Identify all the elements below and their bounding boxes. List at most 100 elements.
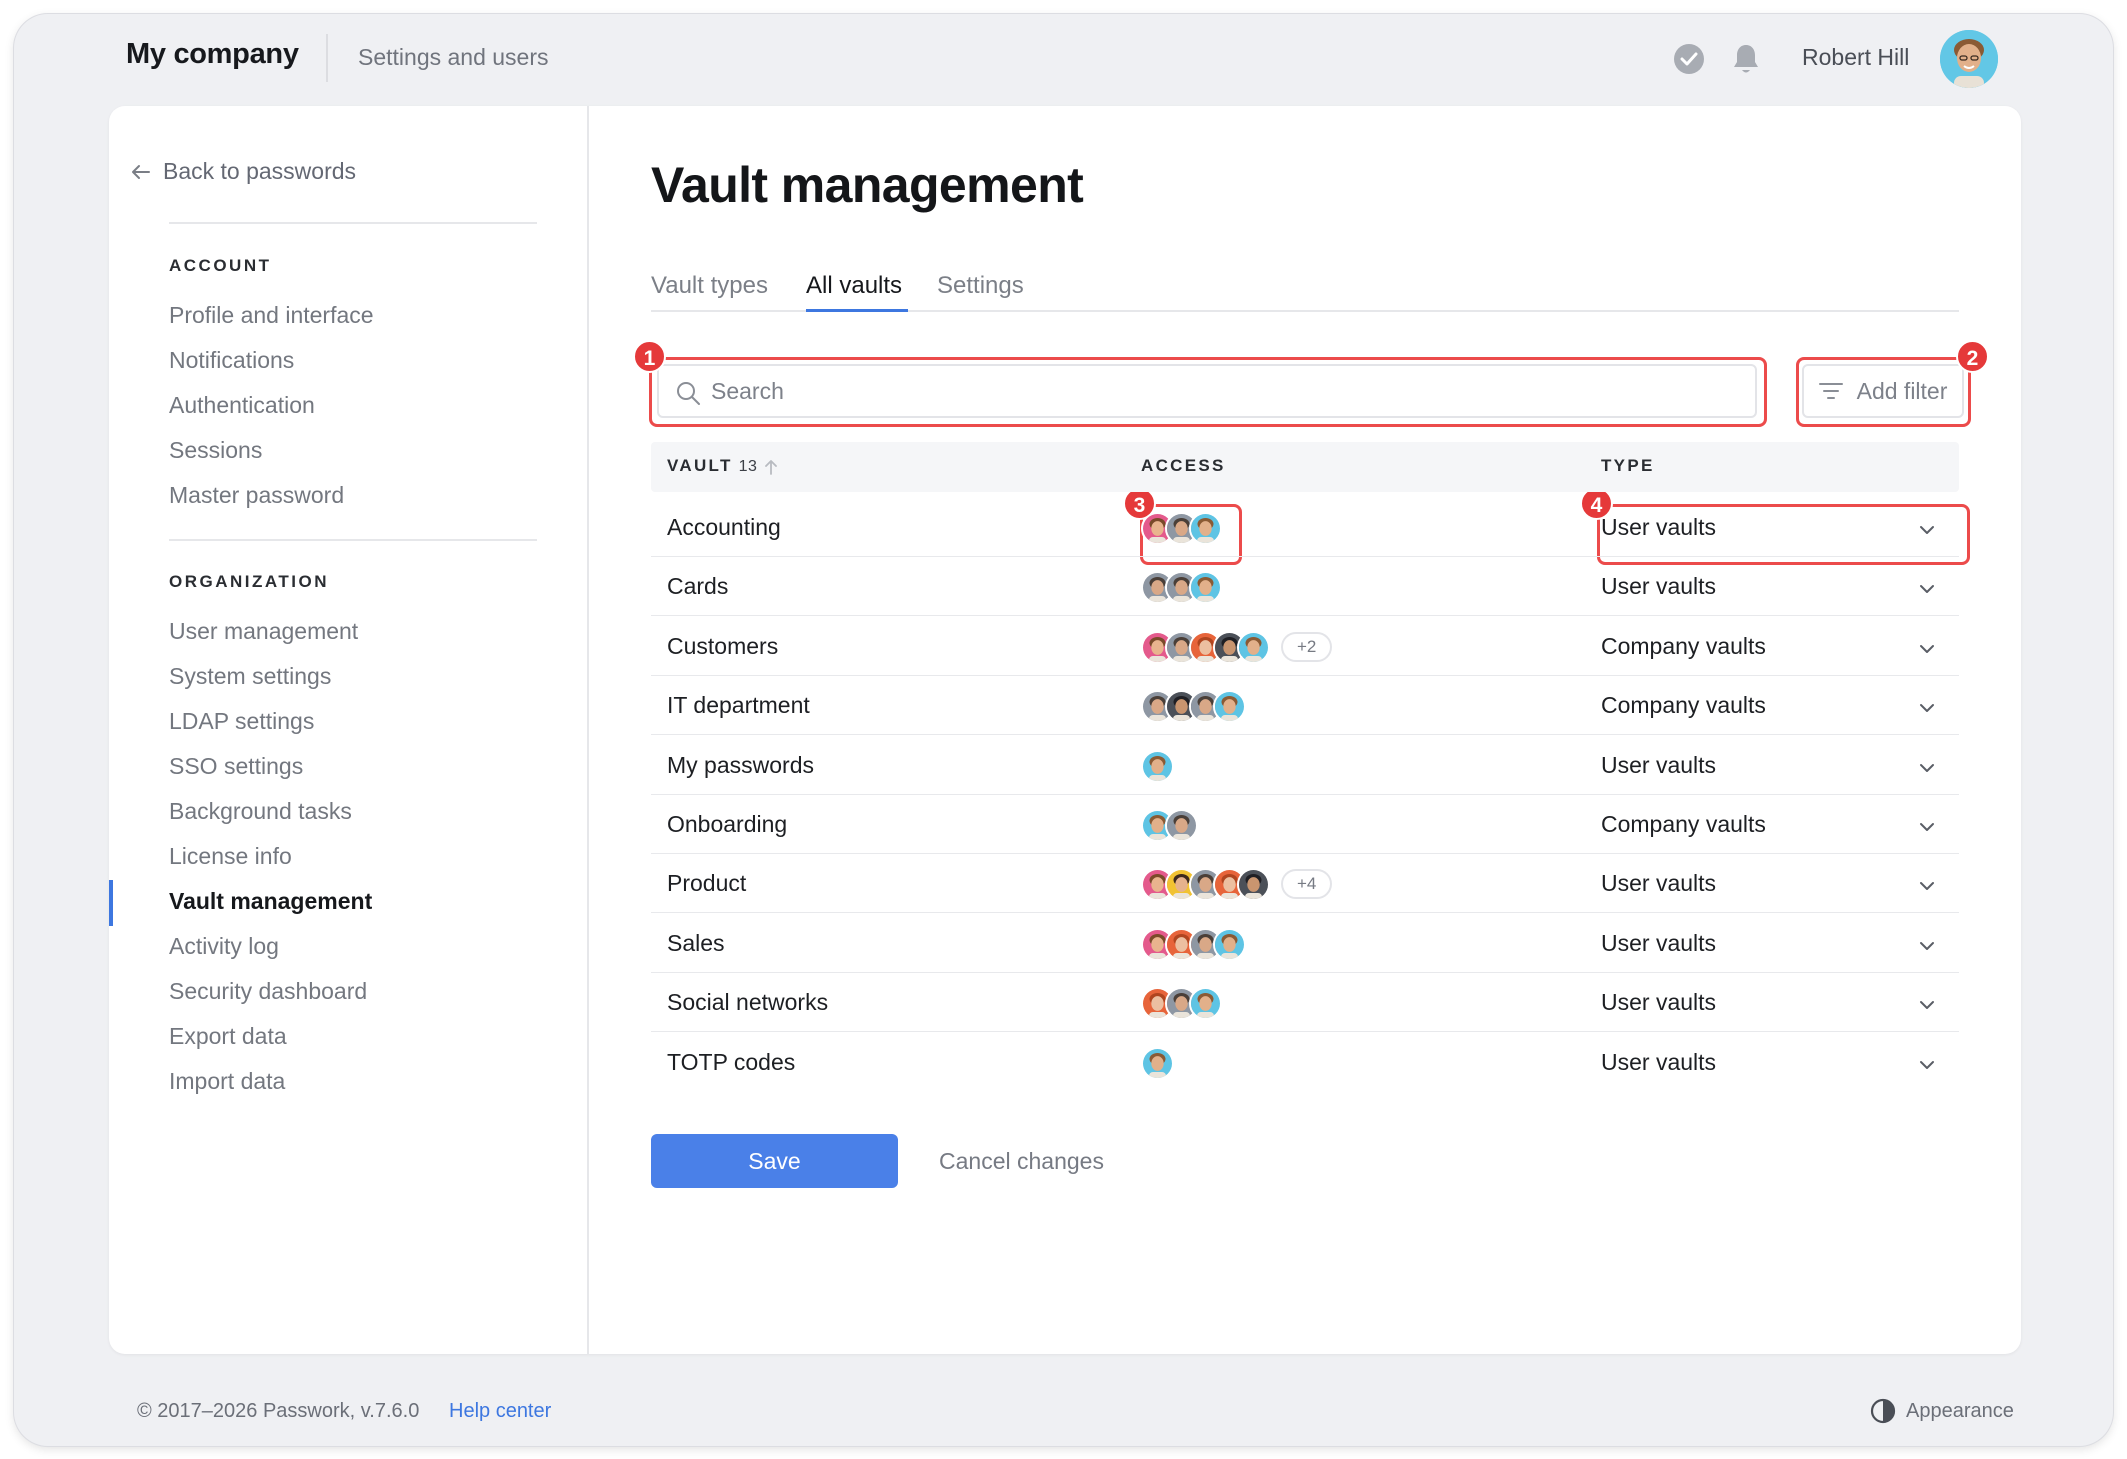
bell-icon[interactable] [1730, 42, 1762, 76]
sidebar-item-export-data[interactable]: Export data [169, 1023, 287, 1050]
section-title: Settings and users [358, 44, 549, 70]
help-center-link[interactable]: Help center [449, 1400, 551, 1423]
tab-vault-types[interactable]: Vault types [651, 272, 768, 300]
avatar [1189, 987, 1222, 1021]
callout-marker-1: 1 [633, 340, 666, 373]
vault-type-select[interactable]: User vaults [1601, 989, 1716, 1016]
vault-type-select[interactable]: Company vaults [1601, 811, 1766, 838]
sidebar-item-import-data[interactable]: Import data [169, 1068, 285, 1095]
sidebar-item-ldap-settings[interactable]: LDAP settings [169, 708, 314, 735]
sidebar-item-vault-management[interactable]: Vault management [169, 888, 372, 915]
account-section-title: ACCOUNT [169, 256, 272, 275]
avatar [1213, 690, 1246, 724]
sidebar-item-background-tasks[interactable]: Background tasks [169, 798, 352, 825]
sidebar-item-profile[interactable]: Profile and interface [169, 302, 374, 329]
back-to-passwords-link[interactable]: Back to passwords [131, 158, 356, 185]
avatar [1165, 809, 1198, 842]
tab-settings[interactable]: Settings [937, 272, 1024, 300]
sidebar-divider [169, 222, 537, 224]
column-vault[interactable]: VAULT 13 [667, 456, 778, 476]
appearance-label: Appearance [1906, 1399, 2014, 1422]
sidebar-item-sessions[interactable]: Sessions [169, 437, 262, 464]
company-name[interactable]: My company [126, 38, 299, 71]
vault-name[interactable]: My passwords [667, 752, 814, 779]
sidebar-item-sso-settings[interactable]: SSO settings [169, 753, 303, 780]
tab-all-vaults[interactable]: All vaults [806, 272, 902, 300]
table-row[interactable]: Sales User vaults [651, 914, 1959, 973]
vault-type-select[interactable]: User vaults [1601, 573, 1716, 600]
table-row[interactable]: IT department Company vaults [651, 676, 1959, 736]
vault-name[interactable]: Sales [667, 930, 725, 957]
avatar [1141, 749, 1174, 783]
vault-name[interactable]: IT department [667, 692, 810, 719]
chevron-down-icon[interactable] [1919, 700, 1935, 718]
table-row[interactable]: Social networks User vaults [651, 973, 1959, 1033]
sidebar-item-security-dashboard[interactable]: Security dashboard [169, 978, 367, 1005]
header-divider [326, 34, 328, 82]
check-icon[interactable] [1674, 44, 1704, 74]
vault-name[interactable]: Accounting [667, 514, 781, 541]
table-row[interactable]: Cards User vaults [651, 557, 1959, 617]
save-button[interactable]: Save [651, 1134, 898, 1188]
avatar [1237, 630, 1270, 664]
sort-up-icon [765, 459, 778, 475]
vault-type-select[interactable]: User vaults [1601, 930, 1716, 957]
more-users-badge[interactable]: +4 [1281, 869, 1333, 900]
cancel-changes-button[interactable]: Cancel changes [939, 1148, 1104, 1175]
chevron-down-icon[interactable] [1919, 581, 1935, 599]
vault-name[interactable]: Cards [667, 573, 728, 600]
avatar[interactable] [1940, 30, 1998, 88]
vault-type-select[interactable]: User vaults [1601, 752, 1716, 779]
main-content: Vault management Vault types All vaults … [589, 106, 2021, 1354]
top-bar: My company Settings and users Robert Hil… [14, 14, 2113, 106]
sidebar-item-license-info[interactable]: License info [169, 843, 292, 870]
vault-name[interactable]: Customers [667, 633, 778, 660]
table-header: VAULT 13 ACCESS TYPE [651, 442, 1959, 492]
sidebar-item-master-password[interactable]: Master password [169, 482, 344, 509]
settings-card: Back to passwords ACCOUNT Profile and in… [109, 106, 2021, 1354]
organization-section-title: ORGANIZATION [169, 572, 330, 591]
sidebar-item-authentication[interactable]: Authentication [169, 392, 315, 419]
table-row[interactable]: My passwords User vaults [651, 736, 1959, 795]
column-type: TYPE [1601, 456, 1655, 475]
chevron-down-icon[interactable] [1919, 1057, 1935, 1075]
table-row[interactable]: Accounting User vaults [651, 498, 1959, 557]
app-window: My company Settings and users Robert Hil… [14, 14, 2113, 1446]
appearance-toggle[interactable]: Appearance [1870, 1398, 2014, 1424]
vault-type-select[interactable]: User vaults [1601, 1049, 1716, 1076]
sidebar: Back to passwords ACCOUNT Profile and in… [109, 106, 589, 1354]
page-title: Vault management [651, 157, 1084, 213]
table-row[interactable]: Onboarding Company vaults [651, 795, 1959, 854]
highlight-search [649, 357, 1767, 427]
sidebar-item-activity-log[interactable]: Activity log [169, 933, 279, 960]
vault-type-select[interactable]: User vaults [1601, 870, 1716, 897]
chevron-down-icon[interactable] [1919, 878, 1935, 896]
sidebar-divider [169, 539, 537, 541]
chevron-down-icon[interactable] [1919, 641, 1935, 659]
table-row[interactable]: Customers +2 Company vaults [651, 617, 1959, 676]
vault-name[interactable]: TOTP codes [667, 1049, 795, 1076]
sidebar-item-user-management[interactable]: User management [169, 618, 358, 645]
chevron-down-icon[interactable] [1919, 760, 1935, 778]
vault-name[interactable]: Onboarding [667, 811, 787, 838]
sidebar-item-notifications[interactable]: Notifications [169, 347, 294, 374]
chevron-down-icon[interactable] [1919, 938, 1935, 956]
column-access: ACCESS [1141, 456, 1226, 475]
chevron-down-icon[interactable] [1919, 819, 1935, 837]
vault-type-select[interactable]: Company vaults [1601, 692, 1766, 719]
table-row[interactable]: Product +4 User vaults [651, 854, 1959, 914]
vault-name[interactable]: Product [667, 870, 746, 897]
vault-type-select[interactable]: Company vaults [1601, 633, 1766, 660]
more-users-badge[interactable]: +2 [1281, 631, 1333, 662]
vault-count: 13 [738, 458, 758, 475]
chevron-down-icon[interactable] [1919, 522, 1935, 540]
vault-name[interactable]: Social networks [667, 989, 828, 1016]
contrast-icon [1870, 1398, 1896, 1424]
vault-type-select[interactable]: User vaults [1601, 514, 1716, 541]
table-row[interactable]: TOTP codes User vaults [651, 1033, 1959, 1092]
chevron-down-icon[interactable] [1919, 997, 1935, 1015]
user-name[interactable]: Robert Hill [1802, 44, 1909, 71]
sidebar-item-system-settings[interactable]: System settings [169, 663, 331, 690]
tab-bar: Vault types All vaults Settings [651, 272, 1959, 312]
active-item-indicator [109, 880, 113, 926]
